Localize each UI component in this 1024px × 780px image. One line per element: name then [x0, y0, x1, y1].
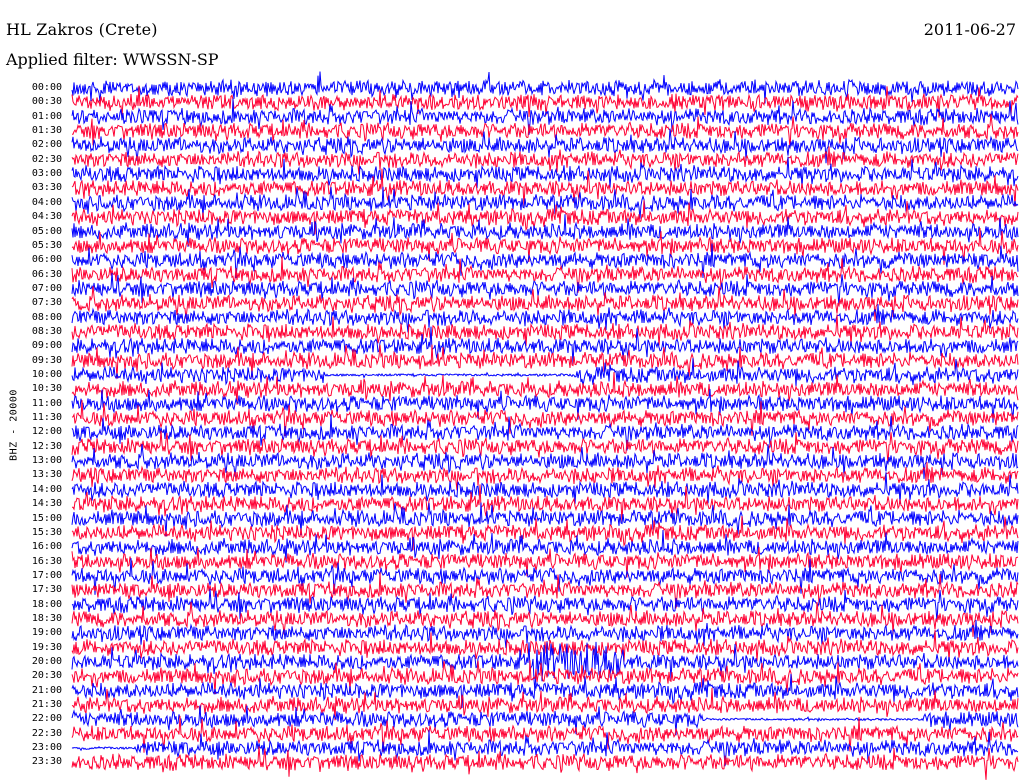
- time-label: 17:00: [31, 569, 62, 581]
- time-label: 12:00: [31, 426, 62, 438]
- time-label: 12:30: [31, 440, 62, 452]
- time-label: 18:30: [31, 612, 62, 624]
- time-label: 06:00: [31, 254, 62, 266]
- time-label: 20:00: [31, 656, 62, 667]
- time-label: 23:30: [31, 756, 62, 768]
- time-label: 10:00: [31, 369, 62, 380]
- time-label: 14:00: [31, 483, 62, 495]
- time-label: 19:30: [31, 641, 62, 653]
- time-label: 16:30: [31, 555, 62, 567]
- time-label: 09:30: [31, 354, 62, 366]
- time-label: 10:30: [31, 383, 62, 395]
- trace-0030: [71, 85, 1019, 118]
- trace-1200: [71, 414, 1019, 451]
- time-label: 13:30: [31, 469, 62, 481]
- time-label: 15:00: [31, 512, 62, 524]
- time-label: 16:00: [31, 541, 62, 553]
- time-label: 04:30: [31, 211, 62, 223]
- time-label: 00:30: [31, 96, 62, 108]
- trace-1700: [71, 558, 1019, 595]
- time-label: 08:30: [31, 325, 62, 337]
- helicorder-plot: [71, 71, 1019, 780]
- time-label: 11:30: [31, 412, 62, 424]
- time-label: 21:30: [31, 699, 62, 711]
- time-label: 09:00: [31, 340, 62, 352]
- time-label: 13:00: [31, 455, 62, 467]
- filter-label: Applied filter: WWSSN-SP: [6, 50, 219, 69]
- time-label: 20:30: [31, 670, 62, 682]
- time-label: 22:00: [31, 713, 62, 725]
- trace-2230: [71, 715, 1019, 753]
- time-label: 05:30: [31, 239, 62, 251]
- time-label: 05:00: [31, 225, 62, 237]
- time-label: 03:30: [31, 182, 62, 194]
- time-label: 01:30: [31, 125, 62, 137]
- time-label: 07:00: [31, 282, 62, 294]
- time-label: 04:00: [31, 196, 62, 208]
- time-label: 06:30: [31, 268, 62, 280]
- time-label: 21:00: [31, 684, 62, 696]
- time-label: 03:00: [31, 168, 62, 180]
- time-label: 11:00: [31, 397, 62, 409]
- time-label: 17:30: [31, 584, 62, 596]
- channel-label: BHZ - 20000: [8, 389, 20, 461]
- time-label: 19:00: [31, 627, 62, 639]
- time-label: 18:00: [31, 598, 62, 610]
- time-label: 00:00: [31, 82, 62, 93]
- time-label: 15:30: [31, 526, 62, 538]
- time-label: 07:30: [31, 297, 62, 309]
- time-label: 14:30: [31, 498, 62, 510]
- time-label: 08:00: [31, 311, 62, 323]
- time-label: 02:30: [31, 153, 62, 165]
- time-label: 02:00: [31, 139, 62, 151]
- time-label: 23:00: [31, 742, 62, 754]
- time-label: 01:00: [31, 110, 62, 122]
- time-label: 22:30: [31, 727, 62, 739]
